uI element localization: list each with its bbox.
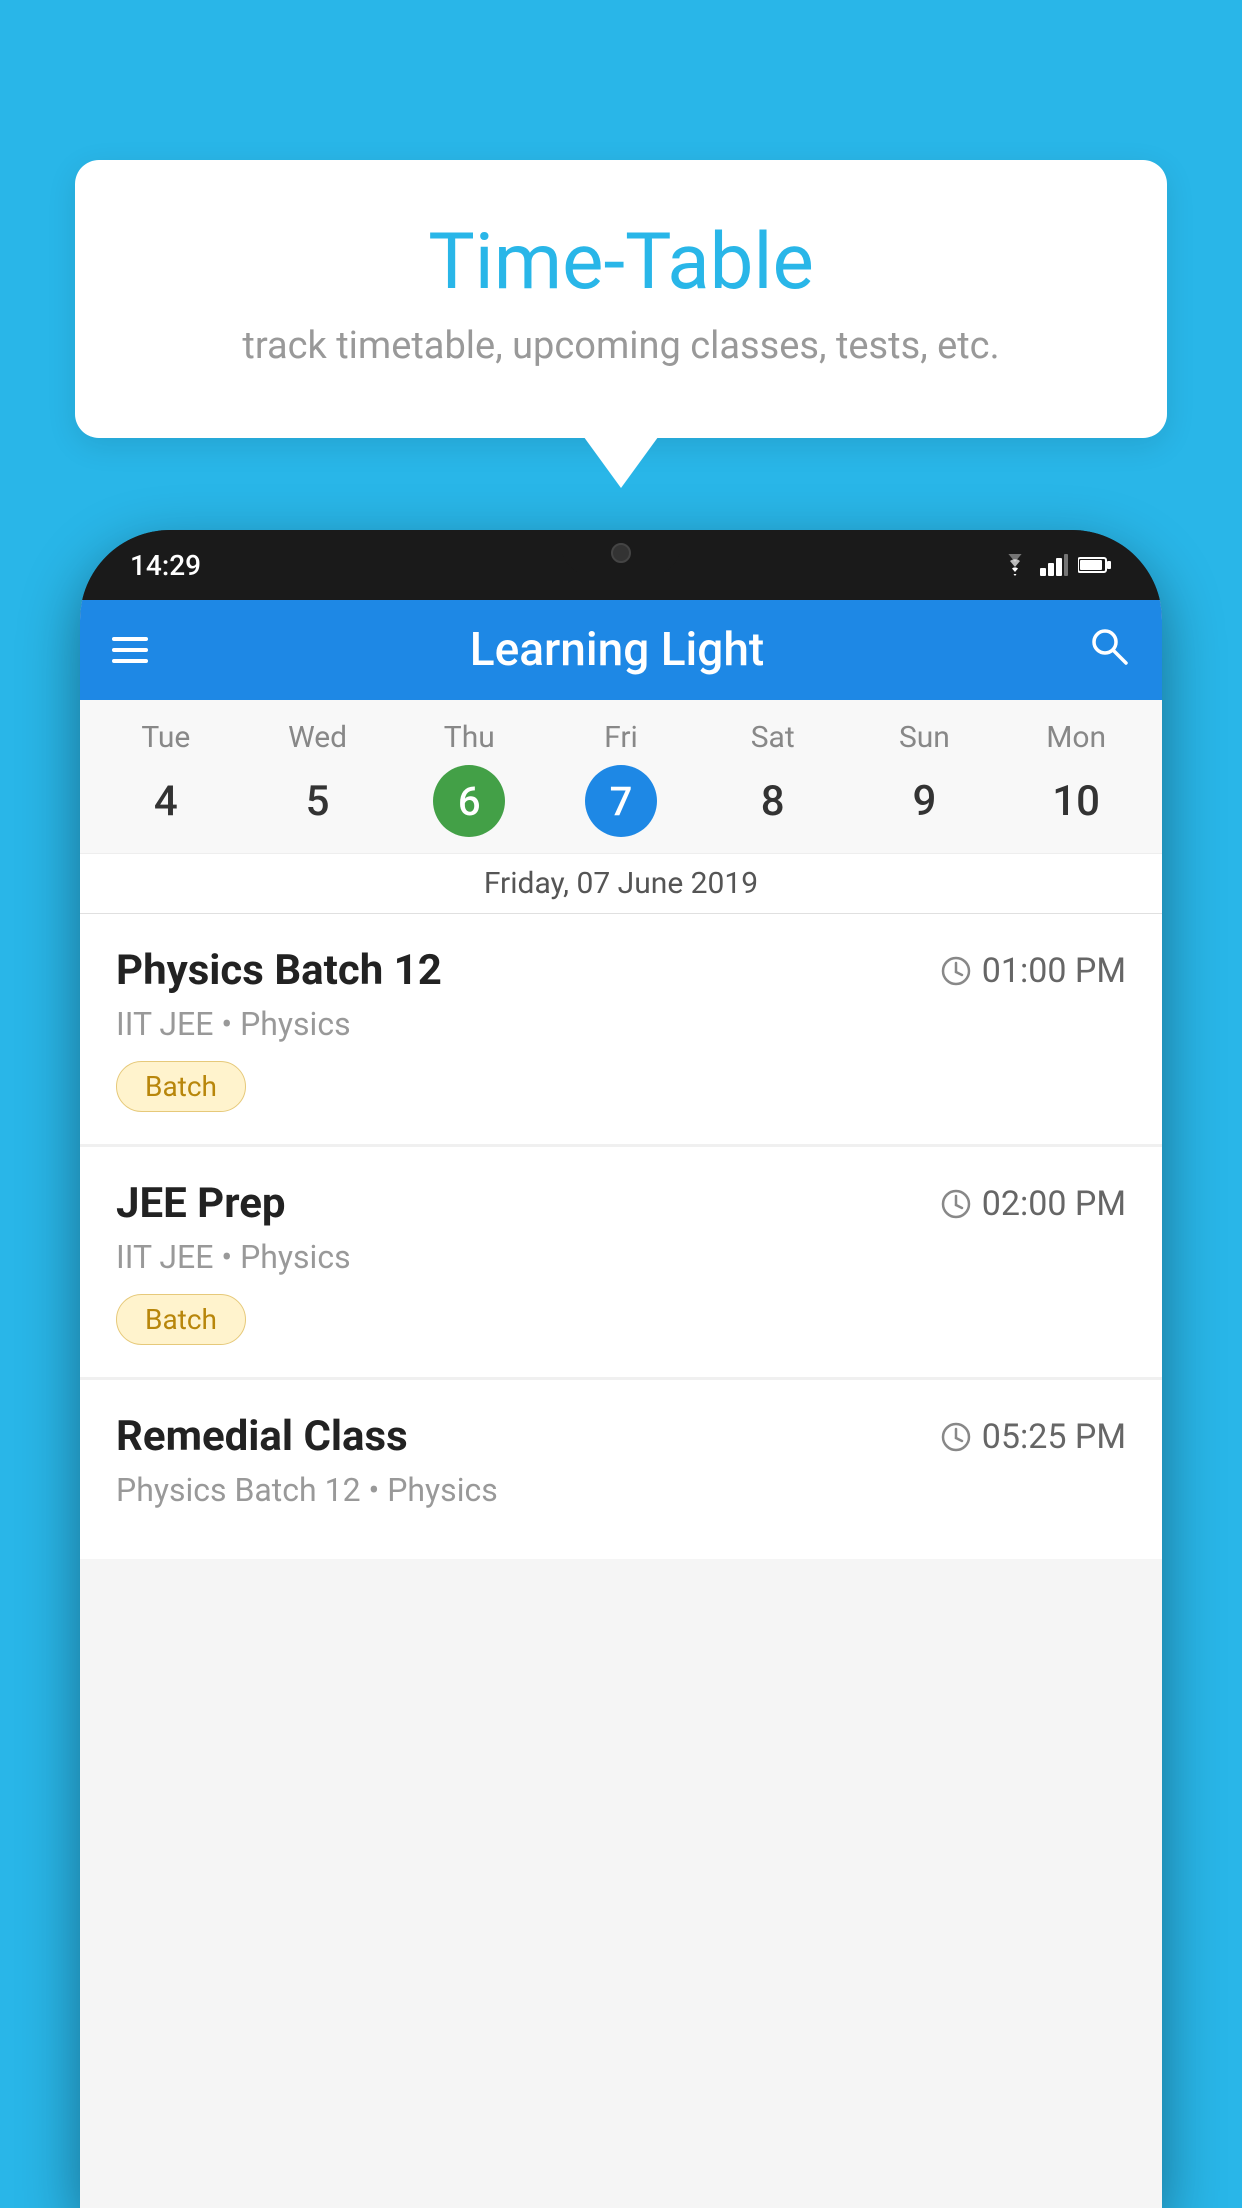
day-mon: Mon [1000,720,1152,755]
day-sat: Sat [697,720,849,755]
schedule-list: Physics Batch 12 01:00 PM IIT JEE • Phys… [80,914,1162,1559]
schedule-item-1-header: Physics Batch 12 01:00 PM [116,946,1126,995]
batch-badge-1: Batch [116,1061,246,1112]
schedule-item-2[interactable]: JEE Prep 02:00 PM IIT JEE • Physics Batc… [80,1147,1162,1377]
date-9[interactable]: 9 [849,765,1001,838]
schedule-subtitle-1: IIT JEE • Physics [116,1005,1126,1043]
schedule-subtitle-3: Physics Batch 12 • Physics [116,1471,1126,1509]
calendar-dates: 4 5 6 7 8 9 10 [80,760,1162,853]
search-button[interactable] [1086,623,1130,678]
schedule-item-3[interactable]: Remedial Class 05:25 PM Physics Batch 12… [80,1380,1162,1559]
schedule-subtitle-2: IIT JEE • Physics [116,1238,1126,1276]
schedule-title-2: JEE Prep [116,1179,286,1228]
wifi-icon [1000,554,1030,576]
tooltip-title: Time-Table [135,220,1107,306]
day-tue: Tue [90,720,242,755]
hamburger-icon[interactable] [112,637,148,663]
schedule-item-1[interactable]: Physics Batch 12 01:00 PM IIT JEE • Phys… [80,914,1162,1144]
schedule-time-2: 02:00 PM [940,1184,1126,1224]
tooltip-card: Time-Table track timetable, upcoming cla… [75,160,1167,438]
phone-top-bar: 14:29 [80,530,1162,600]
phone-notch [561,530,681,575]
phone-status-icons [1000,554,1112,576]
schedule-title-1: Physics Batch 12 [116,946,442,995]
day-wed: Wed [242,720,394,755]
schedule-item-3-header: Remedial Class 05:25 PM [116,1412,1126,1461]
clock-icon-3 [940,1421,972,1453]
day-thu: Thu [393,720,545,755]
phone-time: 14:29 [130,549,201,582]
phone-camera [611,543,631,563]
day-fri: Fri [545,720,697,755]
battery-icon [1078,556,1112,574]
date-8[interactable]: 8 [697,765,849,838]
app-header: Learning Light [80,600,1162,700]
date-7-selected[interactable]: 7 [585,765,657,837]
signal-icon [1040,554,1068,576]
app-title: Learning Light [470,623,765,677]
batch-badge-2: Batch [116,1294,246,1345]
clock-icon-2 [940,1188,972,1220]
calendar-days-header: Tue Wed Thu Fri Sat Sun Mon [80,700,1162,760]
schedule-time-1: 01:00 PM [940,951,1126,991]
schedule-title-3: Remedial Class [116,1412,408,1461]
phone-frame: 14:29 [80,530,1162,2208]
date-6-today[interactable]: 6 [433,765,505,837]
schedule-time-3: 05:25 PM [940,1417,1126,1457]
clock-icon-1 [940,955,972,987]
date-5[interactable]: 5 [242,765,394,838]
schedule-item-2-header: JEE Prep 02:00 PM [116,1179,1126,1228]
day-sun: Sun [849,720,1001,755]
app-content: Learning Light Tue Wed Thu Fri Sat Sun M… [80,600,1162,2208]
selected-date-label: Friday, 07 June 2019 [80,853,1162,913]
date-4[interactable]: 4 [90,765,242,838]
date-10[interactable]: 10 [1000,765,1152,838]
calendar-section: Tue Wed Thu Fri Sat Sun Mon 4 5 6 7 8 9 … [80,700,1162,914]
tooltip-subtitle: track timetable, upcoming classes, tests… [135,324,1107,368]
